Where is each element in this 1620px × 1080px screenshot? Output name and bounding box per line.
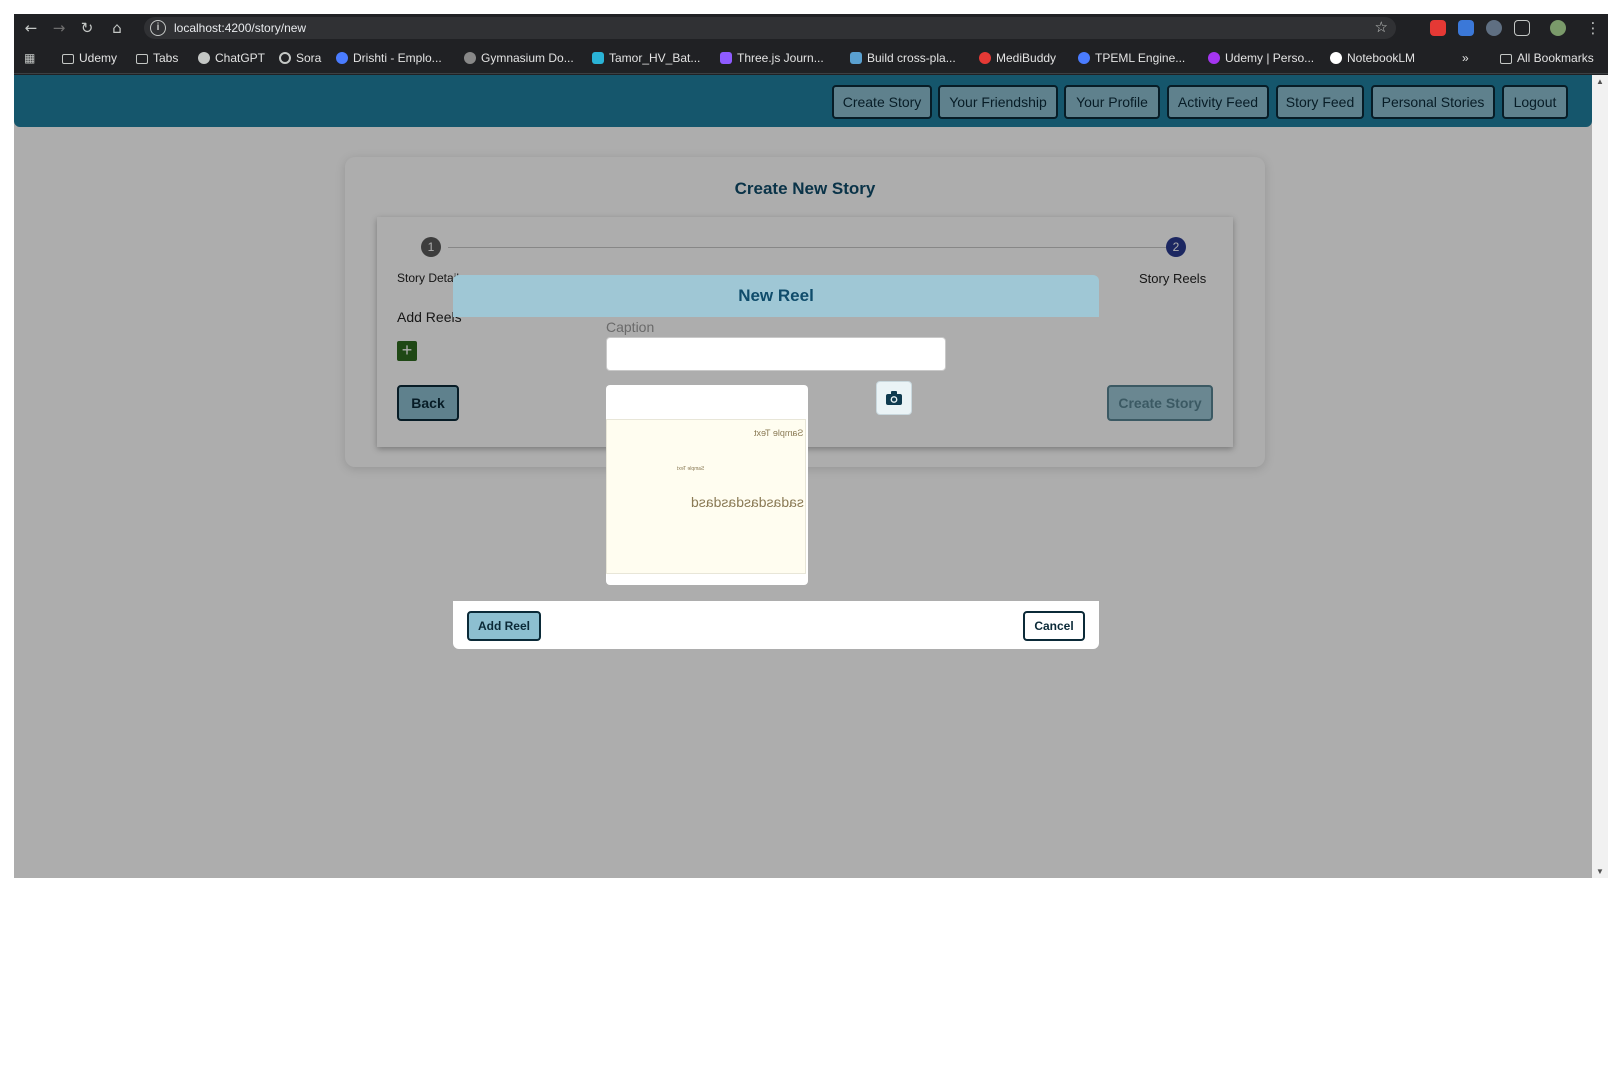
all-bookmarks[interactable]: All Bookmarks	[1500, 51, 1594, 65]
bookmark-gymnasium[interactable]: Gymnasium Do...	[464, 51, 574, 65]
bookmark-tamor[interactable]: Tamor_HV_Bat...	[592, 51, 700, 65]
modal-footer: Add Reel Cancel	[453, 601, 1099, 649]
scroll-up-icon[interactable]: ▲	[1596, 77, 1604, 86]
profile-avatar-icon[interactable]	[1550, 20, 1566, 36]
address-bar[interactable]: i localhost:4200/story/new ☆	[144, 17, 1396, 39]
camera-button[interactable]	[876, 381, 912, 415]
browser-menu-icon[interactable]: ⋮	[1582, 18, 1604, 38]
page-scrollbar[interactable]: ▲ ▼	[1592, 75, 1608, 878]
bookmark-notebooklm[interactable]: NotebookLM	[1330, 51, 1415, 65]
bookmark-chatgpt[interactable]: ChatGPT	[198, 51, 265, 65]
preview-text: sadasdasdasdasd	[691, 494, 804, 510]
caption-input[interactable]	[606, 337, 946, 371]
bookmark-tabs[interactable]: Tabs	[136, 51, 178, 65]
reload-icon[interactable]: ↻	[76, 18, 98, 38]
image-preview: Sample Text Sample Text sadasdasdasdasd	[606, 385, 808, 585]
cancel-button[interactable]: Cancel	[1023, 611, 1085, 641]
translate-extension-icon[interactable]	[1458, 20, 1474, 36]
home-icon[interactable]: ⌂	[106, 18, 128, 38]
bookmark-sora[interactable]: Sora	[279, 51, 321, 65]
preview-text: Sample Text	[677, 466, 705, 472]
adblock-extension-icon[interactable]	[1430, 20, 1446, 36]
gym-icon	[464, 52, 476, 64]
bookmarks-bar: ▦ Udemy Tabs ChatGPT Sora Drishti - Empl…	[14, 42, 1608, 74]
bookmark-udemy[interactable]: Udemy	[62, 51, 117, 65]
apps-grid-icon[interactable]: ▦	[24, 51, 35, 65]
udemy-icon	[1208, 52, 1220, 64]
folder-icon	[62, 54, 74, 64]
threejs-icon	[720, 52, 732, 64]
chatgpt-icon	[198, 52, 210, 64]
folder-icon	[136, 54, 148, 64]
modal-title: New Reel	[453, 275, 1099, 317]
extensions-puzzle-icon[interactable]	[1514, 20, 1530, 36]
forward-arrow-icon[interactable]: →	[48, 18, 70, 38]
back-arrow-icon[interactable]: ←	[20, 18, 42, 38]
preview-image: Sample Text Sample Text sadasdasdasdasd	[606, 419, 806, 574]
bookmark-tpeml[interactable]: TPEML Engine...	[1078, 51, 1185, 65]
browser-toolbar: ← → ↻ ⌂ i localhost:4200/story/new ☆ ⋮	[14, 14, 1608, 42]
more-bookmarks-icon[interactable]: »	[1462, 51, 1469, 65]
notebooklm-icon	[1330, 52, 1342, 64]
bookmark-threejs[interactable]: Three.js Journ...	[720, 51, 824, 65]
caption-label: Caption	[606, 319, 655, 335]
eye-icon	[336, 52, 348, 64]
tamor-icon	[592, 52, 604, 64]
browser-window: ← → ↻ ⌂ i localhost:4200/story/new ☆ ⋮ ▦…	[14, 14, 1608, 878]
modal-overlay[interactable]: New Reel Caption Sample Text Sample Text…	[14, 75, 1592, 878]
bookmark-medibuddy[interactable]: MediBuddy	[979, 51, 1056, 65]
medibuddy-icon	[979, 52, 991, 64]
eye-icon	[1078, 52, 1090, 64]
scroll-down-icon[interactable]: ▼	[1596, 867, 1604, 876]
bookmark-star-icon[interactable]: ☆	[1375, 18, 1388, 36]
add-reel-button[interactable]: Add Reel	[467, 611, 541, 641]
url-text[interactable]: localhost:4200/story/new	[174, 21, 306, 35]
camera-icon	[886, 391, 902, 405]
build-icon	[850, 52, 862, 64]
extension-badge-icon[interactable]	[1486, 20, 1502, 36]
folder-icon	[1500, 54, 1512, 64]
site-info-icon[interactable]: i	[150, 20, 166, 36]
bookmark-build[interactable]: Build cross-pla...	[850, 51, 956, 65]
sora-icon	[279, 52, 291, 64]
preview-text: Sample Text	[753, 428, 803, 438]
page-viewport: Create Story Your Friendship Your Profil…	[14, 75, 1608, 878]
bookmark-udemy-personal[interactable]: Udemy | Perso...	[1208, 51, 1314, 65]
bookmark-drishti[interactable]: Drishti - Emplo...	[336, 51, 442, 65]
